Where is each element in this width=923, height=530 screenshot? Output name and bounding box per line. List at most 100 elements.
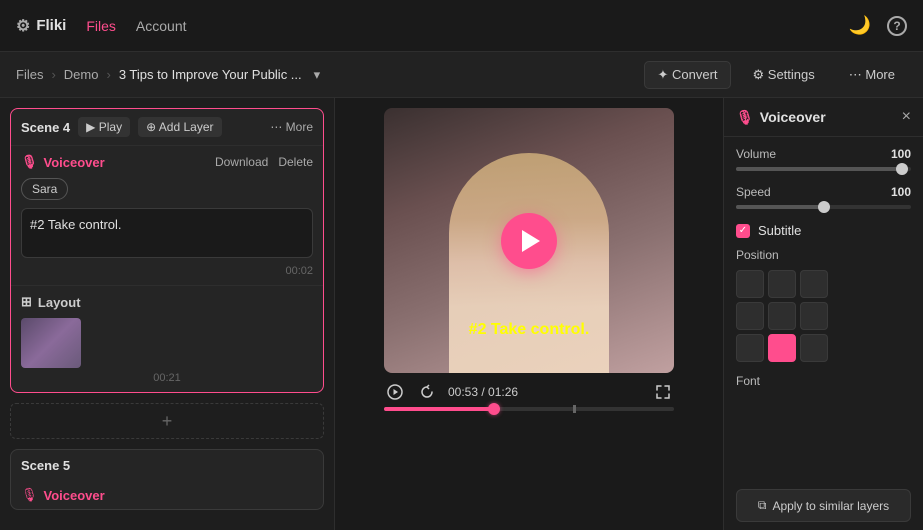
replay-button[interactable] xyxy=(416,381,438,403)
nav-links: Files Account xyxy=(86,18,186,34)
gear-icon: ⚙ xyxy=(16,16,30,36)
subtitle-checkbox[interactable]: ✓ xyxy=(736,224,750,238)
progress-thumb[interactable] xyxy=(488,403,500,415)
panel-title-text: Voiceover xyxy=(760,109,826,125)
breadcrumb-files[interactable]: Files xyxy=(16,67,43,82)
mic-icon: 🎙 xyxy=(21,154,38,170)
video-container: #2 Take control. xyxy=(384,108,674,373)
breadcrumb-chevron-icon[interactable]: ▾ xyxy=(314,67,321,83)
pos-cell-8[interactable] xyxy=(800,334,828,362)
layout-label: ⊞ Layout xyxy=(21,294,313,310)
progress-bar-container[interactable] xyxy=(384,407,674,411)
apply-label: Apply to similar layers xyxy=(772,499,889,513)
pos-cell-1[interactable] xyxy=(768,270,796,298)
volume-row: Volume 100 xyxy=(736,147,911,161)
right-panel-header: 🎙 Voiceover × xyxy=(724,98,923,137)
pos-cell-3[interactable] xyxy=(736,302,764,330)
breadcrumb-current: 3 Tips to Improve Your Public ... xyxy=(119,67,302,82)
scene-5-voiceover-label: Voiceover xyxy=(44,488,105,503)
left-panel: Scene 4 ▶ Play ⊕ Add Layer ⋯ More 🎙 Voic… xyxy=(0,98,335,530)
add-scene-button[interactable]: + xyxy=(10,403,324,439)
volume-thumb[interactable] xyxy=(896,163,908,175)
volume-value: 100 xyxy=(891,147,911,161)
pos-cell-0[interactable] xyxy=(736,270,764,298)
scene-4-more-button[interactable]: ⋯ More xyxy=(270,120,313,134)
scene-5-header: Scene 5 xyxy=(11,450,323,481)
speed-slider[interactable] xyxy=(736,205,911,209)
voiceover-header: 🎙 Voiceover Download Delete xyxy=(21,154,313,170)
subtitle-label: Subtitle xyxy=(758,223,801,238)
video-controls: 00:53 / 01:26 xyxy=(384,381,674,403)
scene-4-play-button[interactable]: ▶ Play xyxy=(78,117,130,137)
play-triangle-icon xyxy=(522,230,540,252)
delete-link[interactable]: Delete xyxy=(278,155,313,169)
progress-marker xyxy=(573,405,576,413)
layout-timestamp: 00:21 xyxy=(21,372,313,384)
volume-fill xyxy=(736,167,902,171)
panel-close-button[interactable]: × xyxy=(902,108,911,126)
volume-label: Volume xyxy=(736,147,776,161)
position-label: Position xyxy=(736,248,911,262)
replay-icon xyxy=(419,384,435,400)
nav-account[interactable]: Account xyxy=(136,18,187,34)
apply-button[interactable]: ⧉ Apply to similar layers xyxy=(736,489,911,522)
voiceover-section: 🎙 Voiceover Download Delete Sara #2 Take… xyxy=(11,146,323,286)
scene-5-title: Scene 5 xyxy=(21,458,70,473)
layout-thumbnail[interactable] xyxy=(21,318,81,368)
breadcrumb-demo[interactable]: Demo xyxy=(64,67,99,82)
volume-slider[interactable] xyxy=(736,167,911,171)
voiceover-label: 🎙 Voiceover xyxy=(21,154,105,170)
panel-mic-icon: 🎙 xyxy=(736,109,754,126)
voiceover-actions: Download Delete xyxy=(215,155,313,169)
help-circle-icon: ? xyxy=(887,16,907,36)
speed-thumb[interactable] xyxy=(818,201,830,213)
download-link[interactable]: Download xyxy=(215,155,268,169)
fullscreen-button[interactable] xyxy=(652,381,674,403)
moon-icon-button[interactable]: 🌙 xyxy=(849,15,871,36)
more-button[interactable]: ⋯ More xyxy=(837,62,907,88)
layout-section: ⊞ Layout 00:21 xyxy=(11,286,323,392)
voiceover-timestamp: 00:02 xyxy=(21,265,313,277)
speed-label: Speed xyxy=(736,185,771,199)
pos-cell-4[interactable] xyxy=(768,302,796,330)
breadcrumb-sep-2: › xyxy=(106,67,110,82)
scene-5-block: Scene 5 🎙 Voiceover xyxy=(10,449,324,510)
voice-tag[interactable]: Sara xyxy=(21,178,68,200)
main-layout: Scene 4 ▶ Play ⊕ Add Layer ⋯ More 🎙 Voic… xyxy=(0,98,923,530)
font-section: Font xyxy=(736,374,911,388)
pos-cell-5[interactable] xyxy=(800,302,828,330)
app-name: Fliki xyxy=(36,17,66,34)
right-panel-title: 🎙 Voiceover xyxy=(736,109,826,126)
scene-5-mic-icon: 🎙 xyxy=(21,487,38,503)
breadcrumb-actions: ✦ Convert ⚙ Settings ⋯ More xyxy=(644,61,907,89)
subtitle-row: ✓ Subtitle xyxy=(736,223,911,238)
font-label: Font xyxy=(736,374,911,388)
fullscreen-icon xyxy=(655,384,671,400)
play-icon xyxy=(387,384,403,400)
speed-fill xyxy=(736,205,824,209)
help-icon-button[interactable]: ? xyxy=(887,16,907,36)
progress-track[interactable] xyxy=(384,407,674,411)
scene-4-add-layer-button[interactable]: ⊕ Add Layer xyxy=(138,117,221,137)
scene-4-title: Scene 4 xyxy=(21,120,70,135)
settings-button[interactable]: ⚙ Settings xyxy=(741,62,827,88)
pos-cell-2[interactable] xyxy=(800,270,828,298)
right-panel: 🎙 Voiceover × Volume 100 Speed 100 xyxy=(723,98,923,530)
voiceover-text-input[interactable]: #2 Take control. xyxy=(21,208,313,258)
center-area: #2 Take control. 00:53 / 01:26 xyxy=(335,98,723,530)
top-nav: ⚙ Fliki Files Account 🌙 ? xyxy=(0,0,923,52)
play-overlay-button[interactable] xyxy=(501,213,557,269)
time-display: 00:53 / 01:26 xyxy=(448,385,518,399)
convert-button[interactable]: ✦ Convert xyxy=(644,61,730,89)
scene-5-voiceover: 🎙 Voiceover xyxy=(11,481,323,509)
speed-value: 100 xyxy=(891,185,911,199)
play-button[interactable] xyxy=(384,381,406,403)
speed-row: Speed 100 xyxy=(736,185,911,199)
app-logo: ⚙ Fliki xyxy=(16,16,66,36)
pos-cell-7[interactable] xyxy=(768,334,796,362)
nav-files[interactable]: Files xyxy=(86,18,116,34)
pos-cell-6[interactable] xyxy=(736,334,764,362)
breadcrumb-bar: Files › Demo › 3 Tips to Improve Your Pu… xyxy=(0,52,923,98)
right-panel-content: Volume 100 Speed 100 ✓ Subtitle xyxy=(724,137,923,481)
layout-thumb-image xyxy=(21,318,81,368)
